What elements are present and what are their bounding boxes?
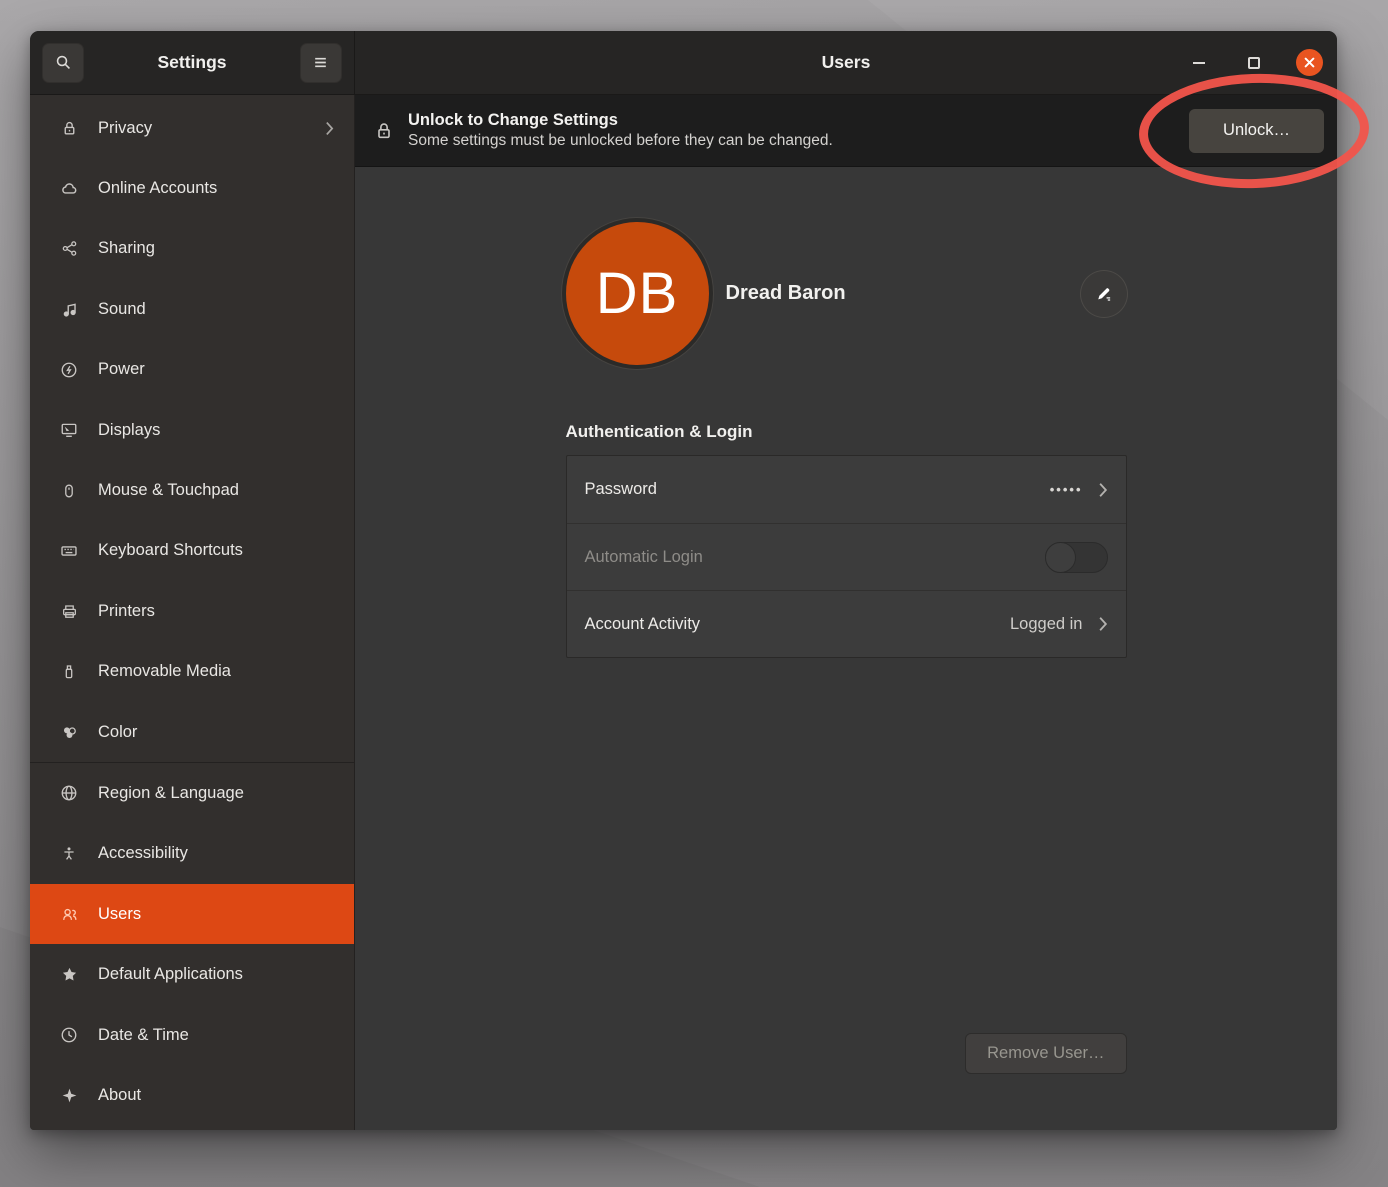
sidebar-header: Settings [30, 31, 355, 95]
sidebar-item-mouse-touchpad[interactable]: Mouse & Touchpad [30, 460, 354, 520]
sidebar-item-label: Sharing [98, 239, 155, 258]
banner-subtitle: Some settings must be unlocked before th… [408, 132, 833, 150]
sidebar-item-label: Date & Time [98, 1026, 189, 1045]
chevron-right-icon [325, 121, 334, 136]
close-button[interactable] [1296, 49, 1323, 76]
row-label: Automatic Login [585, 548, 703, 567]
flash-drive-icon [59, 664, 79, 680]
sidebar-item-label: Keyboard Shortcuts [98, 541, 243, 560]
sidebar-title: Settings [157, 52, 226, 73]
window-controls [1186, 49, 1323, 76]
sidebar-item-accessibility[interactable]: Accessibility [30, 824, 354, 884]
sidebar-item-label: Printers [98, 602, 155, 621]
music-note-icon [59, 301, 79, 318]
row-label: Account Activity [585, 615, 701, 634]
sidebar-item-online-accounts[interactable]: Online Accounts [30, 158, 354, 218]
users-icon [59, 906, 79, 923]
row-label: Password [585, 480, 657, 499]
sidebar-item-label: Mouse & Touchpad [98, 481, 239, 500]
lock-icon [374, 121, 394, 141]
cloud-icon [59, 180, 79, 198]
clock-icon [59, 1026, 79, 1044]
unlock-button[interactable]: Unlock… [1189, 109, 1324, 153]
close-icon [1303, 56, 1316, 69]
sidebar-item-label: Color [98, 723, 137, 742]
sidebar-item-displays[interactable]: Displays [30, 400, 354, 460]
search-button[interactable] [42, 43, 84, 83]
printer-icon [59, 603, 79, 620]
sidebar-item-label: Accessibility [98, 844, 188, 863]
hamburger-menu-icon [312, 54, 329, 71]
user-name: Dread Baron [726, 282, 846, 305]
keyboard-icon [59, 542, 79, 560]
sidebar-item-default-applications[interactable]: Default Applications [30, 944, 354, 1004]
color-circles-icon [59, 724, 79, 741]
sidebar-item-sound[interactable]: Sound [30, 279, 354, 339]
auth-list: Password ••••• Automatic Login [566, 455, 1127, 658]
sidebar-item-power[interactable]: Power [30, 340, 354, 400]
pencil-edit-icon [1094, 284, 1113, 303]
chevron-right-icon [1098, 616, 1108, 632]
user-card: DB Dread Baron [566, 222, 1127, 365]
sidebar-item-privacy[interactable]: Privacy [30, 98, 354, 158]
sidebar-item-label: Privacy [98, 119, 152, 138]
banner-title: Unlock to Change Settings [408, 111, 833, 130]
unlock-banner: Unlock to Change Settings Some settings … [355, 95, 1337, 167]
sidebar-item-printers[interactable]: Printers [30, 581, 354, 641]
sidebar-item-label: Sound [98, 300, 146, 319]
mouse-icon [59, 483, 79, 499]
maximize-button[interactable] [1241, 50, 1267, 76]
automatic-login-row: Automatic Login [567, 523, 1126, 590]
password-row[interactable]: Password ••••• [567, 456, 1126, 523]
password-dots: ••••• [1050, 482, 1083, 497]
sidebar-item-keyboard-shortcuts[interactable]: Keyboard Shortcuts [30, 521, 354, 581]
titlebar: Users [355, 31, 1337, 95]
account-activity-value: Logged in [1010, 615, 1083, 634]
globe-icon [59, 784, 79, 802]
sidebar-item-label: Default Applications [98, 965, 243, 984]
chevron-right-icon [1098, 482, 1108, 498]
sidebar-item-users[interactable]: Users [30, 884, 354, 944]
automatic-login-toggle[interactable] [1045, 542, 1108, 573]
banner-text: Unlock to Change Settings Some settings … [408, 111, 833, 150]
remove-user-button[interactable]: Remove User… [965, 1033, 1126, 1074]
settings-window: Settings Users [30, 31, 1337, 1130]
minimize-icon [1193, 62, 1205, 64]
sidebar-item-region-language[interactable]: Region & Language [30, 763, 354, 823]
sidebar-item-label: Power [98, 360, 145, 379]
minimize-button[interactable] [1186, 50, 1212, 76]
account-activity-row[interactable]: Account Activity Logged in [567, 590, 1126, 657]
edit-name-button[interactable] [1081, 271, 1127, 317]
toggle-knob [1045, 542, 1076, 573]
sidebar-item-removable-media[interactable]: Removable Media [30, 642, 354, 702]
sparkle-icon [59, 1087, 79, 1104]
display-icon [59, 421, 79, 439]
search-icon [55, 54, 72, 71]
sidebar-item-about[interactable]: About [30, 1065, 354, 1125]
avatar[interactable]: DB [566, 222, 709, 365]
section-heading: Authentication & Login [566, 422, 1127, 442]
lock-icon [59, 120, 79, 137]
sidebar-item-label: Online Accounts [98, 179, 217, 198]
sidebar-item-sharing[interactable]: Sharing [30, 219, 354, 279]
accessibility-icon [59, 846, 79, 862]
sidebar-item-color[interactable]: Color [30, 702, 354, 762]
main-panel: Unlock to Change Settings Some settings … [355, 95, 1337, 1130]
share-icon [59, 240, 79, 257]
sidebar-item-label: About [98, 1086, 141, 1105]
sidebar: Privacy Online Accounts Sharing [30, 95, 355, 1130]
sidebar-item-label: Removable Media [98, 662, 231, 681]
sidebar-item-label: Region & Language [98, 784, 244, 803]
users-content: DB Dread Baron Authentication & Login [355, 167, 1337, 1130]
sidebar-item-date-time[interactable]: Date & Time [30, 1005, 354, 1065]
sidebar-item-label: Users [98, 905, 141, 924]
maximize-icon [1248, 57, 1260, 69]
sidebar-item-label: Displays [98, 421, 160, 440]
star-icon [59, 966, 79, 983]
power-icon [59, 361, 79, 379]
menu-button[interactable] [300, 43, 342, 83]
